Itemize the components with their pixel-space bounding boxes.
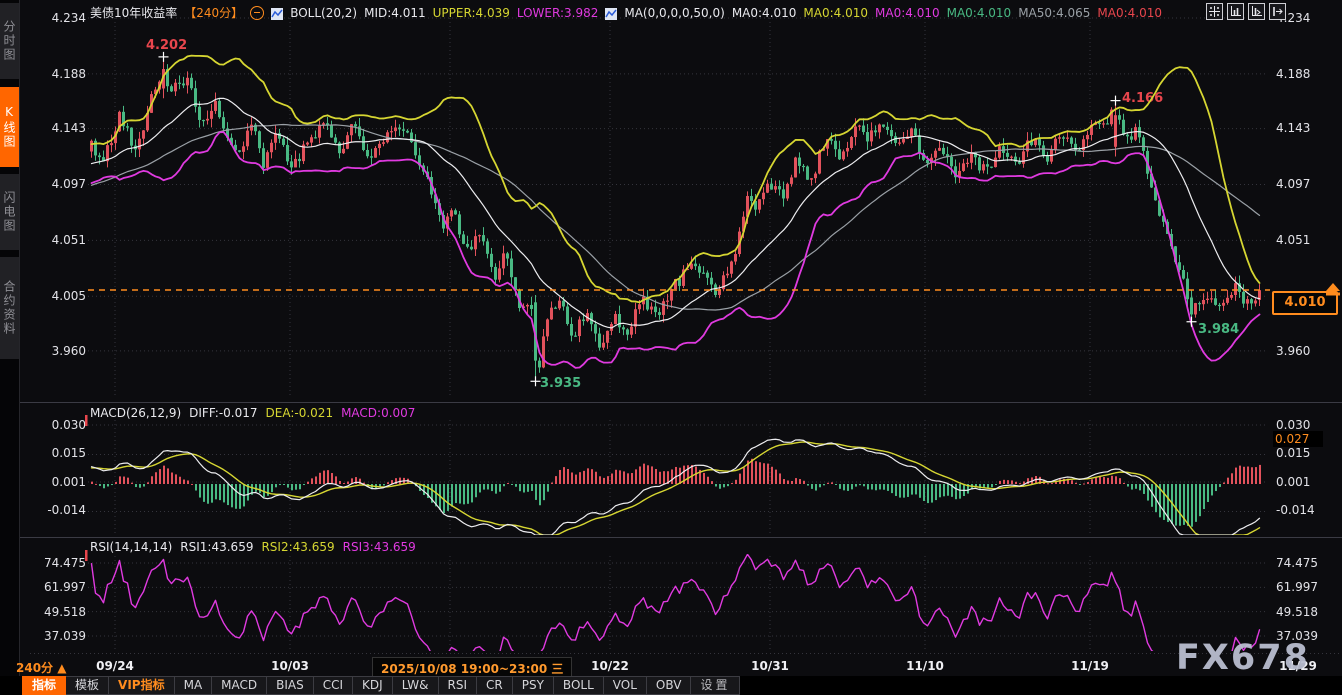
zoom-in-icon	[1230, 6, 1241, 17]
sidebar-item-contract-info[interactable]: 合约资料	[0, 257, 19, 359]
fx678-watermark: FX678	[1176, 638, 1310, 678]
sidebar-item-flash-chart[interactable]: 闪电图	[0, 174, 19, 250]
tab-indicator[interactable]: 指标	[22, 676, 66, 695]
boll-mid-value: MID:4.011	[364, 6, 426, 20]
ma-indicator-icon[interactable]	[605, 8, 617, 20]
tab-bias[interactable]: BIAS	[267, 676, 314, 695]
exit-icon	[1272, 6, 1283, 17]
rsi1-value: RSI1:43.659	[180, 540, 253, 554]
rsi-header: RSI(14,14,14) RSI1:43.659 RSI2:43.659 RS…	[90, 540, 424, 554]
macd-label: MACD(26,12,9)	[90, 406, 181, 420]
tab-boll[interactable]: BOLL	[554, 676, 604, 695]
boll-label: BOLL(20,2)	[290, 6, 357, 20]
indicator-toolbar: 指标 模板 VIP指标 MA MACD BIAS CCI KDJ LW& RSI…	[0, 676, 1342, 695]
chart-header: 美债10年收益率 【240分】 BOLL(20,2) MID:4.011 UPP…	[90, 4, 1169, 21]
macd-dea-value: DEA:-0.021	[266, 406, 334, 420]
chart-canvas[interactable]	[0, 0, 1342, 695]
tab-cr[interactable]: CR	[477, 676, 513, 695]
xaxis-date: 10/31	[740, 659, 800, 673]
period-selector[interactable]: 240分 ▲	[16, 659, 66, 676]
ma-value-4: MA0:4.010	[947, 6, 1012, 20]
tab-rsi[interactable]: RSI	[439, 676, 478, 695]
rsi3-value: RSI3:43.659	[343, 540, 416, 554]
tab-ma[interactable]: MA	[175, 676, 213, 695]
tab-lwr[interactable]: LW&	[393, 676, 439, 695]
tab-macd[interactable]: MACD	[212, 676, 267, 695]
ma-value-3: MA0:4.010	[875, 6, 940, 20]
rsi2-value: RSI2:43.659	[261, 540, 334, 554]
zoom-out-icon	[1251, 6, 1262, 17]
tab-obv[interactable]: OBV	[647, 676, 692, 695]
ma-label: MA(0,0,0,0,50,0)	[624, 6, 724, 20]
tab-settings[interactable]: 设置	[691, 676, 740, 695]
period-label: 【240分】	[184, 4, 243, 21]
xaxis-date: 11/19	[1060, 659, 1120, 673]
xaxis-date: 10/22	[580, 659, 640, 673]
xaxis-date: 11/10	[895, 659, 955, 673]
pan-mode-button[interactable]	[1206, 3, 1223, 20]
tab-psy[interactable]: PSY	[513, 676, 554, 695]
chart-toolbar	[1206, 3, 1286, 20]
ma-value-1: MA0:4.010	[732, 6, 797, 20]
exit-chart-button[interactable]	[1269, 3, 1286, 20]
zoom-out-chart-button[interactable]	[1248, 3, 1265, 20]
tab-vip-indicator[interactable]: VIP指标	[109, 676, 175, 695]
macd-header: MACD(26,12,9) DIFF:-0.017 DEA:-0.021 MAC…	[90, 406, 423, 420]
tab-template[interactable]: 模板	[66, 676, 109, 695]
xaxis-date: 09/24	[85, 659, 145, 673]
zoom-in-chart-button[interactable]	[1227, 3, 1244, 20]
collapse-indicator-icon[interactable]	[250, 6, 264, 20]
sidebar-item-time-chart[interactable]: 分时图	[0, 3, 19, 79]
pan-icon	[1209, 6, 1220, 17]
ma-value-2: MA0:4.010	[803, 6, 868, 20]
left-nav: 分时图 K线图 闪电图 合约资料	[0, 0, 20, 695]
macd-diff-value: DIFF:-0.017	[189, 406, 257, 420]
xaxis-date: 10/03	[260, 659, 320, 673]
ma-value-6: MA0:4.010	[1097, 6, 1162, 20]
tab-vol[interactable]: VOL	[604, 676, 647, 695]
chevron-up-icon: ▲	[57, 661, 66, 675]
boll-lower-value: LOWER:3.982	[517, 6, 599, 20]
sidebar-item-kline-chart[interactable]: K线图	[0, 87, 19, 167]
symbol-title: 美债10年收益率	[90, 4, 177, 21]
rsi-label: RSI(14,14,14)	[90, 540, 172, 554]
trading-app-window: 分时图 K线图 闪电图 合约资料 美债10年收益率 【240分】 BOLL(20…	[0, 0, 1342, 695]
tab-kdj[interactable]: KDJ	[353, 676, 393, 695]
macd-macd-value: MACD:0.007	[341, 406, 415, 420]
ma50-value: MA50:4.065	[1018, 6, 1090, 20]
boll-upper-value: UPPER:4.039	[433, 6, 510, 20]
boll-indicator-icon[interactable]	[271, 8, 283, 20]
tab-cci[interactable]: CCI	[314, 676, 353, 695]
